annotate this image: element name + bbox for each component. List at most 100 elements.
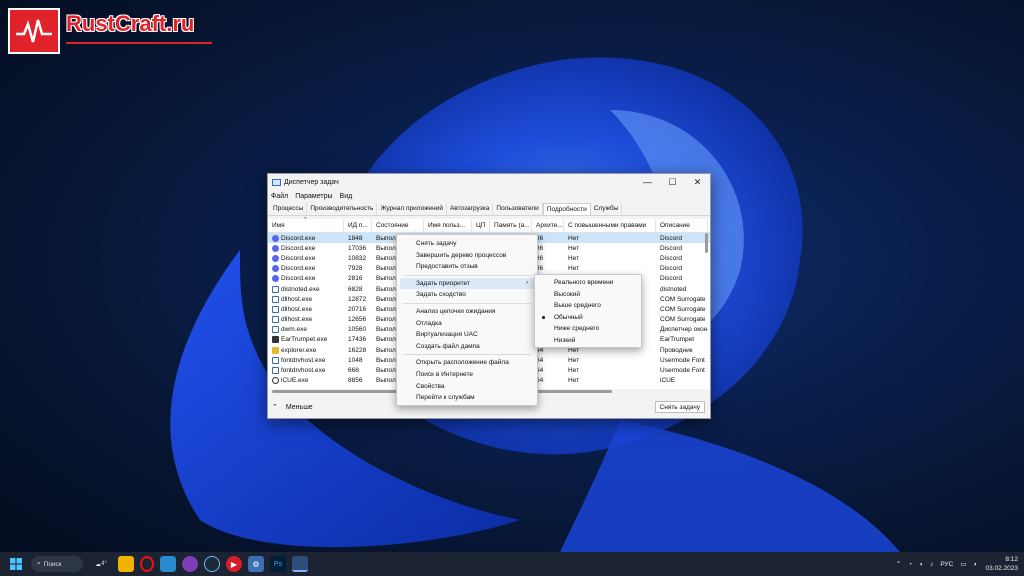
menu-item-feedback[interactable]: Предоставить отзыв	[397, 261, 537, 273]
priority-high[interactable]: Высокий	[535, 289, 641, 301]
menu-item-set-priority[interactable]: Задать приоритет ›	[400, 277, 534, 290]
priority-above-normal[interactable]: Выше среднего	[535, 300, 641, 312]
menu-item-properties[interactable]: Свойства	[397, 381, 537, 393]
priority-submenu: Реального времени Высокий Выше среднего …	[534, 274, 642, 348]
menu-item-uac-virtualization[interactable]: Виртуализация UAC	[397, 329, 537, 341]
priority-normal[interactable]: Обычный	[535, 312, 641, 324]
col-description[interactable]: Описание	[656, 219, 708, 232]
folder-icon	[272, 346, 279, 354]
wifi-icon[interactable]: ◔	[908, 561, 912, 568]
cell-pid: 10832	[348, 254, 367, 262]
col-architecture[interactable]: Архите...	[532, 219, 564, 232]
menu-item-set-affinity[interactable]: Задать сходство	[397, 289, 537, 301]
process-name: fontdrvhost.exe	[281, 367, 326, 375]
menu-item-debug[interactable]: Отладка	[397, 318, 537, 330]
menu-item-search-online[interactable]: Поиск в Интернете	[397, 369, 537, 381]
language-indicator[interactable]: РУС	[940, 561, 953, 568]
windows-start-icon[interactable]	[8, 556, 24, 572]
process-icon	[272, 326, 279, 334]
settings-gear-icon[interactable]: ⚙	[248, 556, 264, 572]
priority-below-normal[interactable]: Ниже среднего	[535, 323, 641, 335]
process-icon	[272, 367, 279, 375]
col-pid[interactable]: ИД п...	[344, 219, 372, 232]
weather-icon[interactable]: ☁ 4°	[90, 556, 112, 572]
maximize-button[interactable]: ☐	[660, 177, 685, 188]
priority-realtime[interactable]: Реального времени	[535, 277, 641, 289]
photoshop-icon[interactable]: Ps	[270, 556, 286, 572]
priority-low[interactable]: Низкий	[535, 335, 641, 347]
media-player-icon[interactable]: ▶	[226, 556, 242, 572]
col-memory[interactable]: Память (а...	[490, 219, 532, 232]
menu-item-open-location[interactable]: Открыть расположение файла	[397, 357, 537, 369]
process-name: Discord.exe	[281, 234, 316, 242]
cell-name: Discord.exe	[268, 244, 344, 252]
browser-icon[interactable]	[182, 556, 198, 572]
menu-item-create-dump[interactable]: Создать файл дампа	[397, 341, 537, 353]
taskbar-search[interactable]: ⌕ Поиск	[31, 556, 83, 572]
cell-name: dwm.exe	[268, 326, 344, 334]
cell-pid: 20716	[348, 305, 367, 313]
task-manager-icon	[272, 178, 281, 186]
network-icon[interactable]: ▭	[960, 560, 966, 568]
speaker-icon[interactable]: ◗	[974, 561, 978, 568]
tab-app-history[interactable]: Журнал приложений	[377, 202, 447, 215]
title-bar[interactable]: Диспетчер задач — ☐ ✕	[268, 174, 710, 190]
end-task-button[interactable]: Снять задачу	[654, 401, 705, 413]
col-cpu[interactable]: ЦП	[472, 219, 490, 232]
menu-file[interactable]: Файл	[271, 193, 288, 200]
tab-startup[interactable]: Автозагрузка	[447, 202, 494, 215]
discord-icon	[272, 244, 279, 252]
menu-item-end-task[interactable]: Снять задачу	[397, 238, 537, 250]
opera-icon[interactable]	[140, 556, 154, 572]
tab-performance[interactable]: Производительность	[307, 202, 378, 215]
cell-description: distnoted	[660, 285, 687, 293]
process-icon	[272, 285, 279, 293]
cell-description: Discord	[660, 244, 683, 252]
cell-elevated: Нет	[568, 356, 580, 364]
cell-pid: 16228	[348, 346, 367, 354]
menu-bar: Файл Параметры Вид	[268, 190, 710, 202]
steam-icon[interactable]	[204, 556, 220, 572]
process-icon	[272, 295, 279, 303]
selected-radio-icon	[542, 315, 545, 319]
app-icon[interactable]	[160, 556, 176, 572]
process-icon	[272, 305, 279, 313]
menu-item-wait-chain[interactable]: Анализ цепочки ожидания	[397, 306, 537, 318]
tab-services[interactable]: Службы	[591, 202, 623, 215]
cell-description: Usermode Font	[660, 367, 705, 375]
menu-item-end-process-tree[interactable]: Завершить дерево процессов	[397, 250, 537, 262]
task-manager-taskbar-icon[interactable]	[292, 556, 308, 572]
close-button[interactable]: ✕	[685, 177, 710, 188]
menu-item-go-to-services[interactable]: Перейти к службам	[397, 392, 537, 404]
cell-pid: 6828	[348, 285, 363, 293]
menu-view[interactable]: Вид	[340, 193, 353, 200]
tab-details[interactable]: Подробности	[542, 202, 591, 215]
cell-pid: 1048	[348, 356, 363, 364]
col-elevated[interactable]: С повышенными правами	[564, 219, 656, 232]
tab-processes[interactable]: Процессы	[270, 202, 308, 215]
cell-description: COM Surrogate	[660, 305, 706, 313]
chevron-right-icon: ›	[526, 279, 528, 286]
fewer-details-link[interactable]: Меньше	[286, 404, 313, 411]
cell-pid: 10560	[348, 326, 367, 334]
cell-description: Discord	[660, 234, 683, 242]
cell-elevated: Нет	[568, 244, 580, 252]
watermark-logo-icon	[8, 8, 60, 54]
chevron-up-icon[interactable]: ⌃	[272, 403, 278, 411]
cell-elevated: Нет	[568, 265, 580, 273]
menu-options[interactable]: Параметры	[295, 193, 332, 200]
minimize-button[interactable]: —	[635, 177, 660, 187]
file-explorer-icon[interactable]	[118, 556, 134, 572]
microphone-icon[interactable]: ♪	[930, 561, 933, 568]
cell-name: EarTrumpet.exe	[268, 336, 344, 344]
cell-description: Диспетчер окон	[660, 326, 708, 334]
volume-icon[interactable]: ◖	[919, 561, 923, 568]
col-state[interactable]: Состояние	[372, 219, 424, 232]
vertical-scrollbar[interactable]	[705, 233, 708, 253]
tab-users[interactable]: Пользователи	[493, 202, 543, 215]
menu-separator	[403, 354, 531, 356]
clock[interactable]: 8:12 03.02.2023	[985, 555, 1018, 573]
cell-elevated: Нет	[568, 234, 580, 242]
col-user[interactable]: Имя польз...	[424, 219, 472, 232]
chevron-up-icon[interactable]: ⌃	[896, 560, 901, 568]
